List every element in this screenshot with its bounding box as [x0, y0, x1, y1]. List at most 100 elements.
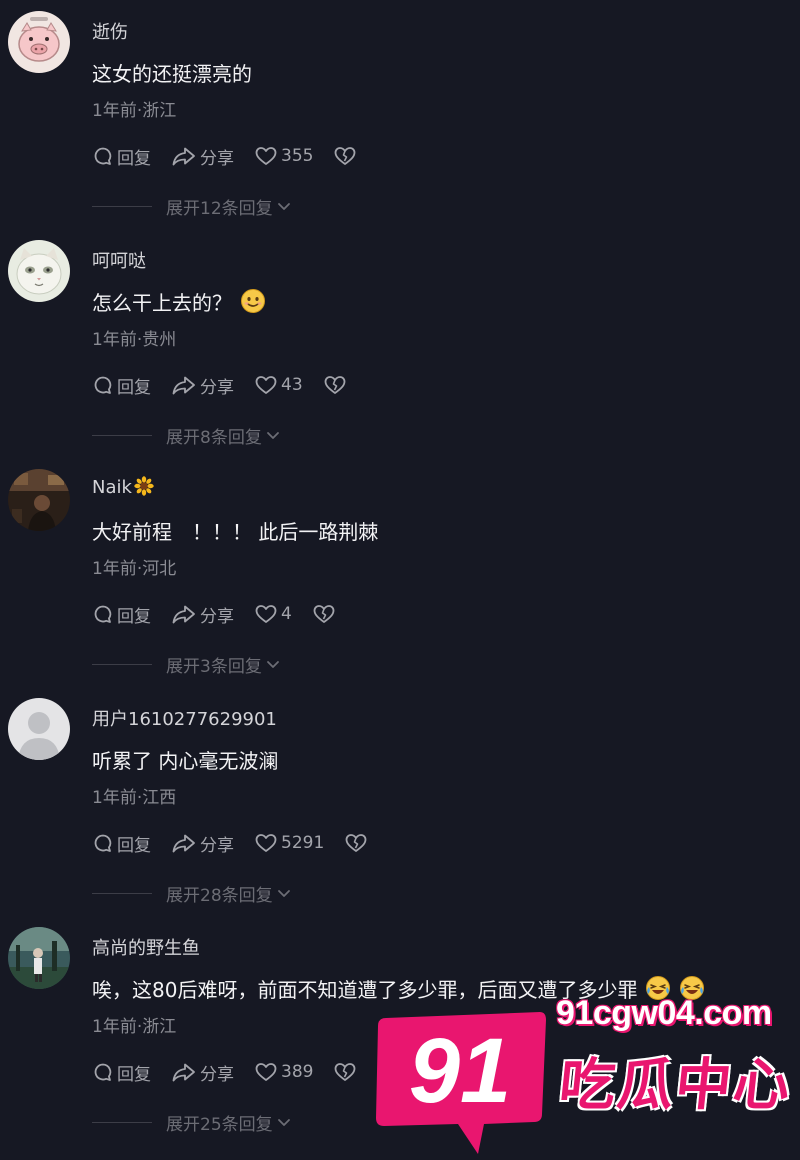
- reply-button[interactable]: 回复: [92, 831, 151, 856]
- share-icon: [172, 834, 195, 853]
- comment-text-content: 怎么干上去的？: [92, 291, 232, 315]
- expand-replies-button[interactable]: 展开8条回复: [92, 423, 281, 448]
- like-button[interactable]: 389: [254, 1061, 313, 1083]
- avatar[interactable]: [8, 927, 70, 989]
- chevron-down-icon: [277, 203, 290, 210]
- comment-meta: 1年前·浙江: [92, 101, 177, 121]
- reply-button[interactable]: 回复: [92, 144, 151, 169]
- reply-label: 回复: [117, 1064, 151, 1085]
- dislike-button[interactable]: [312, 603, 336, 625]
- share-button[interactable]: 分享: [171, 602, 234, 627]
- chevron-down-icon: [277, 1119, 290, 1126]
- comment-item: 逝伤 这女的还挺漂亮的 1年前·浙江 回复 分享 355 展开12条回复: [0, 0, 800, 229]
- share-icon: [172, 605, 195, 624]
- comment-text: 大好前程 ！！！ 此后一路荆棘: [92, 520, 379, 544]
- expand-replies-button[interactable]: 展开3条回复: [92, 652, 281, 677]
- heart-icon: [255, 147, 277, 165]
- expand-replies-button[interactable]: 展开25条回复: [92, 1110, 292, 1135]
- comment-meta: 1年前·浙江: [92, 1017, 177, 1037]
- comment-item: Naik 大好前程 ！！！ 此后一路荆棘 1年前·河北 回复 分享 4 展开3条…: [0, 458, 800, 687]
- reply-label: 回复: [117, 835, 151, 856]
- smile-emoji-icon: [240, 288, 266, 319]
- reply-icon: [94, 605, 112, 623]
- avatar[interactable]: [8, 698, 70, 760]
- reply-icon: [94, 376, 112, 394]
- reply-icon: [94, 834, 112, 852]
- comment-item: 呵呵哒 怎么干上去的？ 1年前·贵州 回复 分享 43 展开8条回复: [0, 229, 800, 458]
- like-button[interactable]: 43: [254, 374, 303, 396]
- heart-icon: [255, 605, 277, 623]
- reply-label: 回复: [117, 148, 151, 169]
- heart-icon: [255, 376, 277, 394]
- like-count: 355: [281, 146, 314, 166]
- like-button[interactable]: 5291: [254, 832, 324, 854]
- dislike-button[interactable]: [333, 1061, 357, 1083]
- expand-replies-label: 展开28条回复: [166, 885, 273, 906]
- broken-heart-icon: [335, 147, 356, 165]
- dislike-button[interactable]: [323, 374, 347, 396]
- like-button[interactable]: 355: [254, 145, 313, 167]
- comment-actions: 回复 分享 4: [92, 601, 336, 627]
- chevron-down-icon: [266, 432, 279, 439]
- chevron-down-icon: [266, 661, 279, 668]
- reply-label: 回复: [117, 377, 151, 398]
- reply-button[interactable]: 回复: [92, 1060, 151, 1085]
- reply-button[interactable]: 回复: [92, 602, 151, 627]
- share-button[interactable]: 分享: [171, 1060, 234, 1085]
- broken-heart-icon: [313, 605, 335, 623]
- share-label: 分享: [200, 377, 234, 398]
- share-button[interactable]: 分享: [171, 831, 234, 856]
- like-count: 4: [281, 604, 292, 624]
- like-button[interactable]: 4: [254, 603, 292, 625]
- pig-sticker-avatar-icon: [8, 11, 70, 73]
- watermark-site-name: 吃瓜中心: [556, 1053, 795, 1118]
- dark-photo-avatar-icon: [8, 469, 70, 531]
- divider: [92, 1121, 152, 1123]
- reply-label: 回复: [117, 606, 151, 627]
- expand-replies-label: 展开12条回复: [166, 198, 273, 219]
- username[interactable]: Naik: [92, 476, 154, 501]
- cat-face-avatar-icon: [8, 240, 70, 302]
- avatar[interactable]: [8, 11, 70, 73]
- comment-item: 用户1610277629901 听累了 内心毫无波澜 1年前·江西 回复 分享 …: [0, 687, 800, 916]
- like-count: 43: [281, 375, 303, 395]
- comment-text: 怎么干上去的？: [92, 287, 266, 319]
- reply-button[interactable]: 回复: [92, 373, 151, 398]
- expand-replies-label: 展开8条回复: [166, 427, 262, 448]
- chevron-down-icon: [277, 890, 290, 897]
- comment-actions: 回复 分享 5291: [92, 830, 368, 856]
- expand-replies-button[interactable]: 展开28条回复: [92, 881, 292, 906]
- share-label: 分享: [200, 148, 234, 169]
- like-count: 5291: [281, 833, 325, 853]
- sunflower-icon: [134, 476, 154, 501]
- share-icon: [172, 376, 195, 395]
- comment-meta: 1年前·河北: [92, 559, 177, 579]
- divider: [92, 892, 152, 894]
- comment-meta: 1年前·贵州: [92, 330, 177, 350]
- avatar[interactable]: [8, 469, 70, 531]
- reply-icon: [94, 1063, 112, 1081]
- username[interactable]: 呵呵哒: [92, 247, 146, 273]
- username[interactable]: 逝伤: [92, 18, 128, 44]
- share-label: 分享: [200, 835, 234, 856]
- watermark-badge-shape: 91: [376, 1012, 546, 1154]
- username-text: Naik: [92, 477, 132, 498]
- avatar[interactable]: [8, 240, 70, 302]
- share-button[interactable]: 分享: [171, 373, 234, 398]
- comment-actions: 回复 分享 43: [92, 372, 347, 398]
- heart-icon: [255, 1063, 277, 1081]
- username[interactable]: 用户1610277629901: [92, 705, 277, 731]
- watermark-badge: 91: [372, 1010, 548, 1156]
- heart-icon: [255, 834, 277, 852]
- dislike-button[interactable]: [333, 145, 357, 167]
- comment-actions: 回复 分享 389: [92, 1059, 357, 1085]
- dislike-button[interactable]: [344, 832, 368, 854]
- expand-replies-label: 展开25条回复: [166, 1114, 273, 1135]
- comment-text: 听累了 内心毫无波澜: [92, 749, 279, 773]
- username[interactable]: 高尚的野生鱼: [92, 934, 200, 960]
- divider: [92, 205, 152, 207]
- broken-heart-icon: [345, 834, 367, 852]
- watermark-url: 91cgw04.com: [556, 994, 772, 1032]
- expand-replies-button[interactable]: 展开12条回复: [92, 194, 292, 219]
- share-button[interactable]: 分享: [171, 144, 234, 169]
